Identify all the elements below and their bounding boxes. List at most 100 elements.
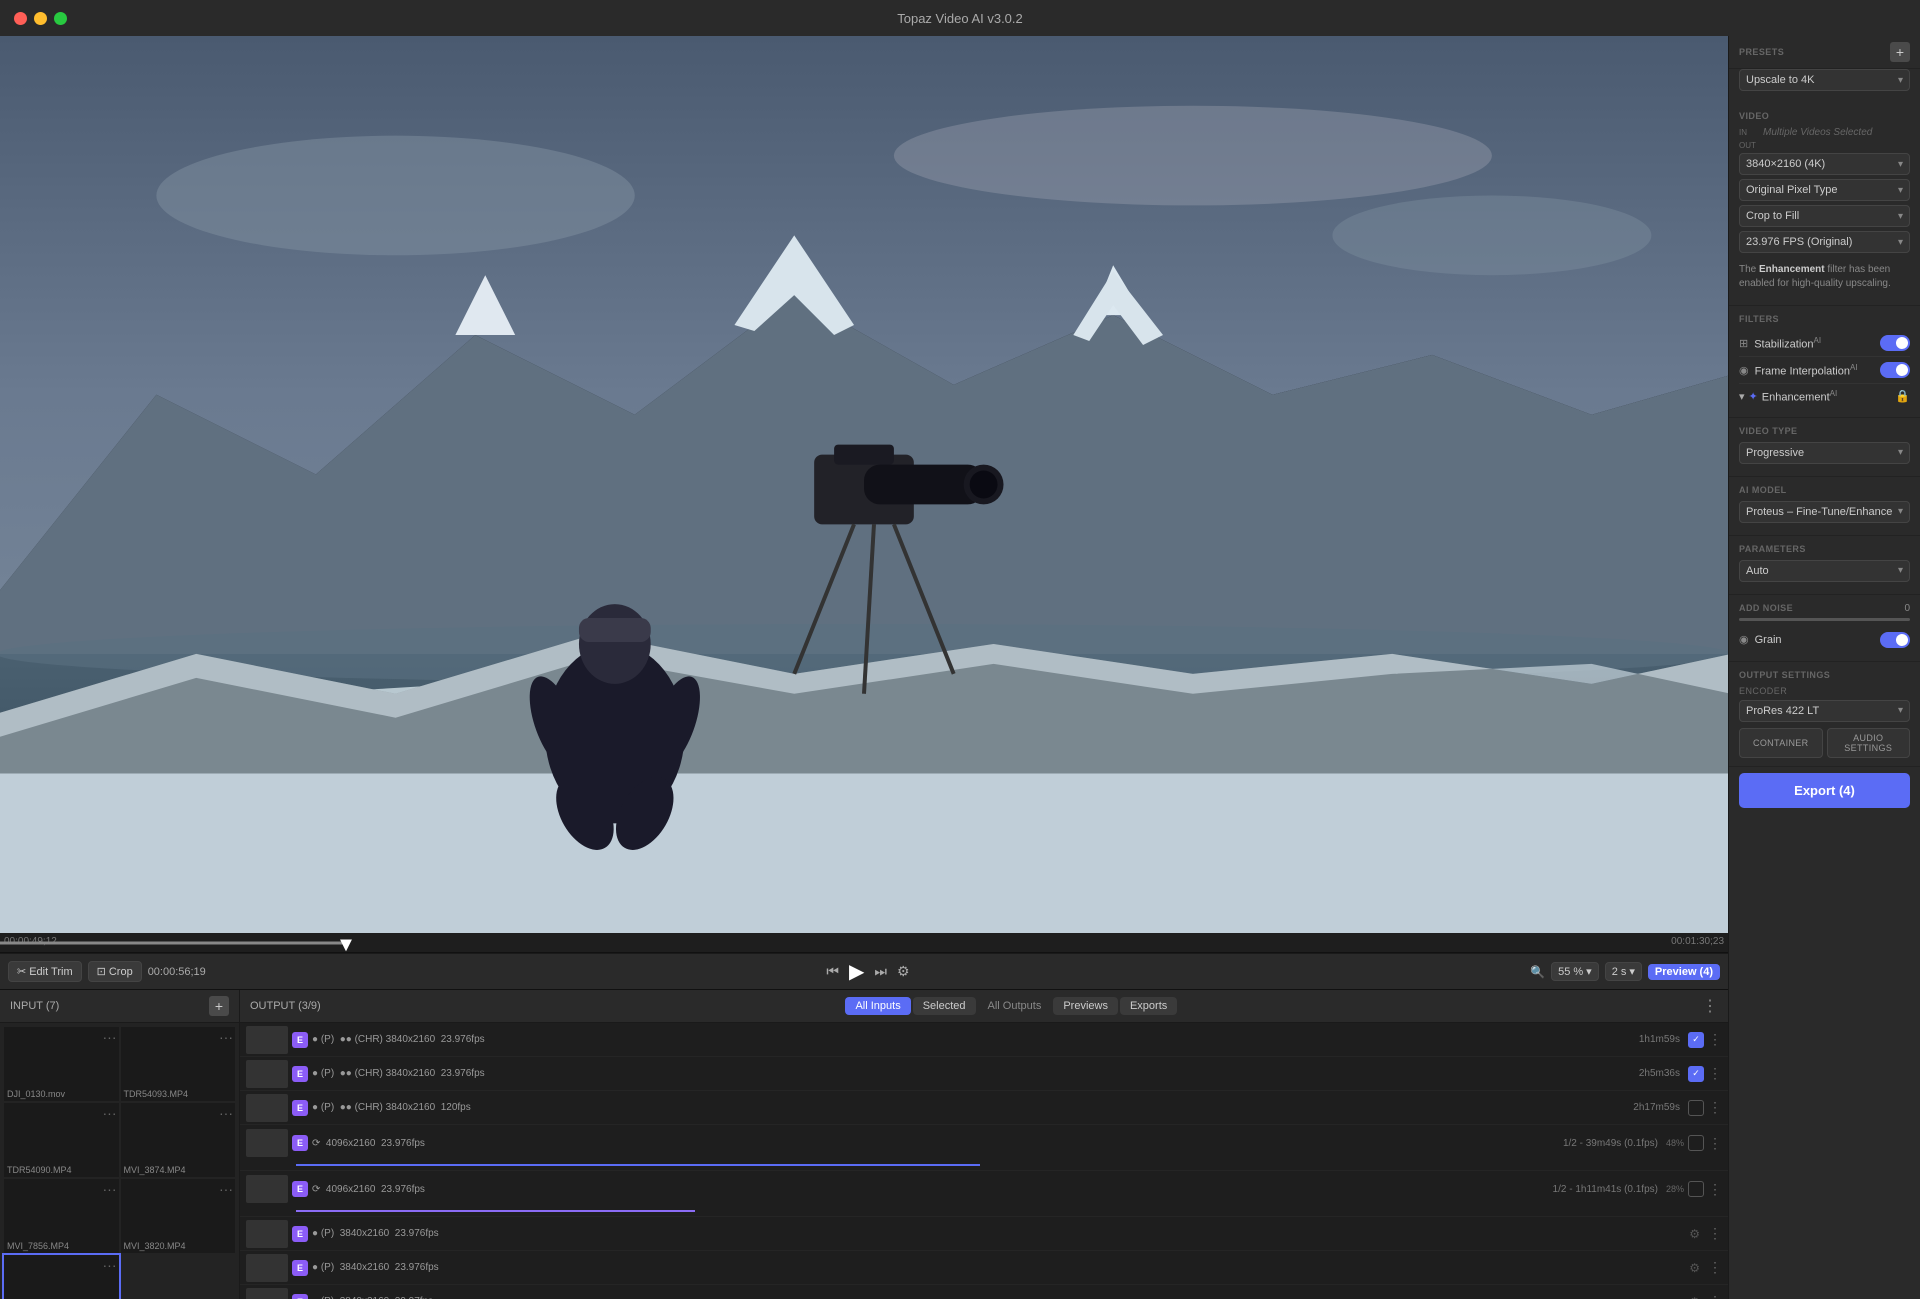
row-progress-bar (296, 1164, 980, 1166)
thumbnail-item[interactable]: MVI_3870.MP4 ··· (4, 1255, 119, 1299)
zoom-control[interactable]: 55 % ▾ (1551, 962, 1599, 981)
video-preview (0, 36, 1728, 933)
timeline-time-right: 00:01:30;23 (1671, 936, 1724, 947)
speed-control[interactable]: 2 s ▾ (1605, 962, 1642, 981)
stabilization-toggle[interactable] (1880, 335, 1910, 351)
row-menu-icon[interactable]: ⋮ (1708, 1135, 1722, 1152)
out-label: OUT (1739, 141, 1759, 150)
settings-icon: ⚙ (1689, 1295, 1700, 1299)
encoder-dropdown[interactable]: ProRes 422 LT ▾ (1739, 700, 1910, 722)
grain-toggle[interactable] (1880, 632, 1910, 648)
crop-button[interactable]: ⊡ Crop (88, 961, 142, 982)
thumb-label: TDR54093.MP4 (121, 1087, 236, 1101)
thumbnail-item[interactable]: MVI_7856.MP4 ··· (4, 1179, 119, 1253)
fps-dropdown[interactable]: 23.976 FPS (Original) ▾ (1739, 231, 1910, 253)
chevron-down-icon: ▾ (1898, 447, 1903, 458)
thumb-more-icon[interactable]: ··· (103, 1257, 117, 1273)
row-checkbox[interactable]: ✓ (1688, 1032, 1704, 1048)
thumb-more-icon[interactable]: ··· (219, 1029, 233, 1045)
crop-dropdown[interactable]: Crop to Fill ▾ (1739, 205, 1910, 227)
row-spec: ⟳ 4096x2160 23.976fps (312, 1138, 1559, 1149)
video-out-dropdown[interactable]: 3840×2160 (4K) ▾ (1739, 153, 1910, 175)
tab-all-inputs[interactable]: All Inputs (845, 997, 910, 1015)
frame-interp-icon: ◉ (1739, 364, 1749, 377)
chevron-down-icon: ▾ (1898, 211, 1903, 222)
output-row[interactable]: E ● (P) 3840x2160 23.976fps ⚙ ⋮ (240, 1217, 1728, 1251)
close-button[interactable] (14, 12, 27, 25)
row-menu-icon[interactable]: ⋮ (1708, 1065, 1722, 1082)
noise-slider[interactable] (1739, 618, 1910, 621)
e-badge: E (292, 1294, 308, 1299)
stabilization-label: StabilizationAI (1754, 336, 1874, 351)
thumbnail-item[interactable]: TDR54090.MP4 ··· (4, 1103, 119, 1177)
video-type-dropdown[interactable]: Progressive ▾ (1739, 442, 1910, 464)
row-menu-icon[interactable]: ⋮ (1708, 1099, 1722, 1116)
row-menu-icon[interactable]: ⋮ (1708, 1259, 1722, 1276)
thumb-more-icon[interactable]: ··· (219, 1181, 233, 1197)
output-row[interactable]: E ● (P) 3840x2160 29.97fps ⚙ ⋮ (240, 1285, 1728, 1299)
thumb-more-icon[interactable]: ··· (103, 1181, 117, 1197)
output-row[interactable]: E ● (P) ●● (CHR) 3840x2160 23.976fps 2h5… (240, 1057, 1728, 1091)
row-menu-icon[interactable]: ⋮ (1708, 1225, 1722, 1242)
thumbnail-item[interactable]: MVI_3874.MP4 ··· (121, 1103, 236, 1177)
output-row[interactable]: E ⟳ 4096x2160 23.976fps 1/2 - 39m49s (0.… (240, 1125, 1728, 1171)
row-spec: ⟳ 4096x2160 23.976fps (312, 1184, 1549, 1195)
pixel-type-dropdown[interactable]: Original Pixel Type ▾ (1739, 179, 1910, 201)
parameters-dropdown[interactable]: Auto ▾ (1739, 560, 1910, 582)
output-row[interactable]: E ● (P) ●● (CHR) 3840x2160 23.976fps 1h1… (240, 1023, 1728, 1057)
thumb-more-icon[interactable]: ··· (219, 1105, 233, 1121)
tab-all-outputs[interactable]: All Outputs (978, 997, 1052, 1015)
tab-exports[interactable]: Exports (1120, 997, 1177, 1015)
export-button[interactable]: Export (4) (1739, 773, 1910, 808)
output-row[interactable]: E ⟳ 4096x2160 23.976fps 1/2 - 1h11m41s (… (240, 1171, 1728, 1217)
edit-trim-button[interactable]: ✂ Edit Trim (8, 961, 82, 982)
tab-selected[interactable]: Selected (913, 997, 976, 1015)
tab-previews[interactable]: Previews (1053, 997, 1118, 1015)
timeline[interactable]: 00:00:49;12 00:01:30;23 (0, 933, 1728, 953)
settings-icon: ⚙ (1689, 1261, 1700, 1275)
thumbnail-item[interactable]: TDR54093.MP4 ··· (121, 1027, 236, 1101)
output-row[interactable]: E ● (P) 3840x2160 23.976fps ⚙ ⋮ (240, 1251, 1728, 1285)
chevron-down-icon: ▾ (1898, 185, 1903, 196)
add-input-button[interactable]: + (209, 996, 229, 1016)
input-panel: INPUT (7) + DJI_0130.mov ··· TDR54093.MP… (0, 990, 240, 1299)
preset-dropdown[interactable]: Upscale to 4K ▾ (1739, 69, 1910, 91)
output-tabs: All Inputs Selected All Outputs Previews… (845, 997, 1177, 1015)
output-thumb (246, 1060, 288, 1088)
minimize-button[interactable] (34, 12, 47, 25)
audio-settings-button[interactable]: AUDIO SETTINGS (1827, 728, 1911, 758)
output-row[interactable]: E ● (P) ●● (CHR) 3840x2160 120fps 2h17m5… (240, 1091, 1728, 1125)
stabilization-icon: ⊞ (1739, 337, 1748, 350)
output-thumb (246, 1175, 288, 1203)
row-checkbox[interactable] (1688, 1135, 1704, 1151)
row-menu-icon[interactable]: ⋮ (1708, 1293, 1722, 1299)
row-progress-bar (296, 1210, 695, 1212)
settings-icon[interactable]: ⚙ (897, 963, 910, 980)
output-menu-icon[interactable]: ⋮ (1702, 996, 1718, 1016)
step-forward-icon[interactable]: ⏭ (874, 963, 887, 980)
add-noise-label: ADD NOISE (1739, 603, 1793, 613)
frame-interpolation-toggle[interactable] (1880, 362, 1910, 378)
thumb-more-icon[interactable]: ··· (103, 1105, 117, 1121)
thumb-more-icon[interactable]: ··· (103, 1029, 117, 1045)
container-button[interactable]: CONTAINER (1739, 728, 1823, 758)
thumbnail-item[interactable]: DJI_0130.mov ··· (4, 1027, 119, 1101)
encoder-label: ENCODER (1739, 686, 1910, 696)
row-menu-icon[interactable]: ⋮ (1708, 1031, 1722, 1048)
input-panel-title: INPUT (7) (10, 1000, 59, 1012)
maximize-button[interactable] (54, 12, 67, 25)
output-thumb (246, 1288, 288, 1299)
filters-label: FILTERS (1739, 314, 1910, 324)
preview-badge[interactable]: Preview (4) (1648, 964, 1720, 980)
ai-model-dropdown[interactable]: Proteus – Fine-Tune/Enhance ▾ (1739, 501, 1910, 523)
row-checkbox[interactable] (1688, 1181, 1704, 1197)
row-checkbox[interactable] (1688, 1100, 1704, 1116)
expand-icon[interactable]: ▾ (1739, 390, 1745, 403)
play-button[interactable]: ▶ (849, 959, 864, 984)
step-back-icon[interactable]: ⏮ (826, 963, 839, 980)
grain-label: Grain (1755, 634, 1874, 646)
thumbnail-item[interactable]: MVI_3820.MP4 ··· (121, 1179, 236, 1253)
row-menu-icon[interactable]: ⋮ (1708, 1181, 1722, 1198)
row-checkbox[interactable]: ✓ (1688, 1066, 1704, 1082)
add-preset-button[interactable]: + (1890, 42, 1910, 62)
